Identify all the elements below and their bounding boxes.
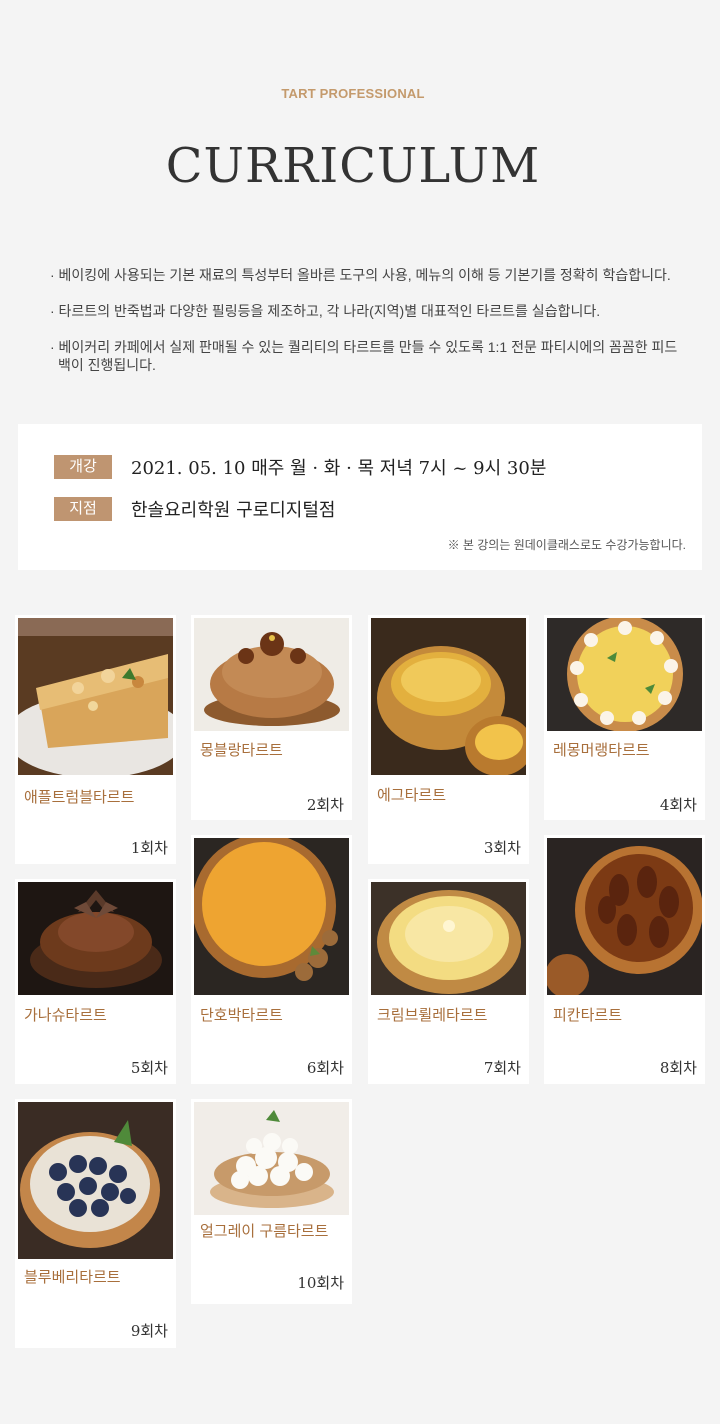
lesson-name: 피칸타르트 (553, 1007, 623, 1024)
branch-value: 한솔요리학원 구로디지털점 (131, 500, 336, 521)
lesson-session: 1회차 (130, 839, 168, 857)
lesson-name: 가나슈타르트 (24, 1007, 107, 1024)
lesson-session: 3회차 (483, 839, 521, 857)
lemon-meringue-tart-photo (547, 618, 702, 731)
lesson-card-6[interactable]: 단호박타르트 6회차 (191, 835, 352, 1084)
lesson-card-10[interactable]: 얼그레이 구름타르트 10회차 (191, 1099, 352, 1304)
lesson-session: 10회차 (297, 1274, 344, 1292)
eyebrow-label: TART PROFESSIONAL (281, 86, 425, 101)
blueberry-tart-photo (18, 1102, 173, 1259)
lesson-session: 2회차 (306, 796, 344, 814)
lesson-session: 5회차 (130, 1059, 168, 1077)
page-title: CURRICULUM (165, 138, 541, 194)
ganache-tart-photo (18, 882, 173, 995)
lesson-card-3[interactable]: 에그타르트 3회차 (368, 615, 529, 864)
creme-brulee-tart-photo (371, 882, 526, 995)
lesson-card-9[interactable]: 블루베리타르트 9회차 (15, 1099, 176, 1348)
intro-item: · 타르트의 반죽법과 다양한 필링등을 제조하고, 각 나라(지역)별 대표적… (50, 303, 601, 319)
lesson-card-8[interactable]: 피칸타르트 8회차 (544, 835, 705, 1084)
intro-item: · 베이킹에 사용되는 기본 재료의 특성부터 올바른 도구의 사용, 메뉴의 … (50, 267, 671, 283)
lesson-session: 8회차 (659, 1059, 697, 1077)
lesson-name: 크림브륄레타르트 (377, 1007, 488, 1024)
intro-item: · 베이커리 카페에서 실제 판매될 수 있는 퀄리티의 타르트를 만들 수 있… (50, 339, 678, 373)
open-date-label: 개강 (54, 455, 112, 479)
lesson-name: 단호박타르트 (200, 1007, 283, 1024)
earl-grey-cloud-tart-photo (194, 1102, 349, 1215)
mont-blanc-tart-photo (194, 618, 349, 731)
lesson-session: 6회차 (306, 1059, 344, 1077)
lesson-name: 얼그레이 구름타르트 (200, 1223, 329, 1240)
branch-label: 지점 (54, 497, 112, 521)
lesson-name: 몽블랑타르트 (200, 742, 283, 759)
oneday-class-note: ※ 본 강의는 원데이클래스로도 수강가능합니다. (447, 538, 686, 552)
lesson-card-5[interactable]: 가나슈타르트 5회차 (15, 879, 176, 1084)
lesson-session: 9회차 (130, 1322, 168, 1340)
lesson-name: 애플트럼블타르트 (24, 789, 135, 806)
open-date-value: 2021. 05. 10 매주 월 · 화 · 목 저녁 7시 ~ 9시 30분 (131, 458, 547, 479)
lesson-name: 에그타르트 (377, 787, 447, 804)
lesson-card-4[interactable]: 레몽머랭타르트 4회차 (544, 615, 705, 820)
egg-tart-photo (371, 618, 526, 775)
schedule-info-box: 개강 2021. 05. 10 매주 월 · 화 · 목 저녁 7시 ~ 9시 … (18, 424, 702, 570)
lesson-session: 4회차 (659, 796, 697, 814)
lesson-card-7[interactable]: 크림브륄레타르트 7회차 (368, 879, 529, 1084)
lesson-session: 7회차 (483, 1059, 521, 1077)
pecan-tart-photo (547, 838, 702, 995)
lesson-card-2[interactable]: 몽블랑타르트 2회차 (191, 615, 352, 820)
pumpkin-tart-photo (194, 838, 349, 995)
lesson-card-1[interactable]: 애플트럼블타르트 1회차 (15, 615, 176, 864)
lesson-name: 레몽머랭타르트 (553, 742, 650, 759)
lesson-name: 블루베리타르트 (24, 1269, 121, 1286)
apple-crumble-tart-photo (18, 618, 173, 775)
intro-list: · 베이킹에 사용되는 기본 재료의 특성부터 올바른 도구의 사용, 메뉴의 … (50, 266, 690, 392)
